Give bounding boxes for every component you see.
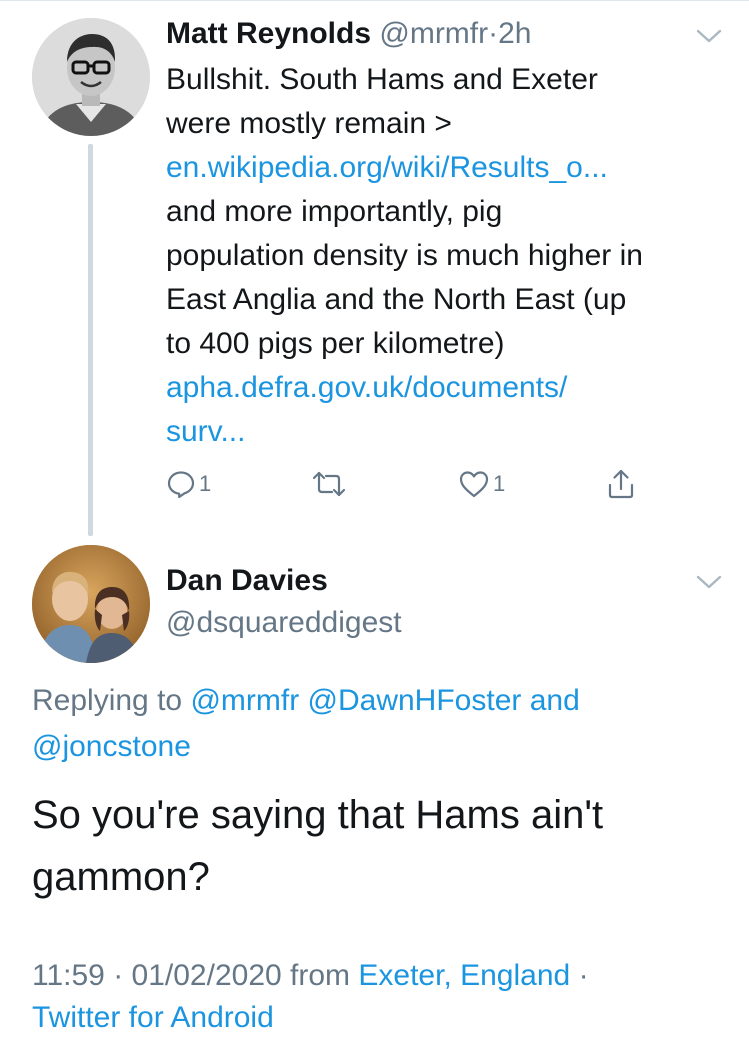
replying-line: Replying to @mrmfr @DawnHFoster and xyxy=(32,678,722,724)
retweet-icon xyxy=(312,471,346,497)
reply-icon xyxy=(167,471,195,499)
avatar-image xyxy=(32,18,150,136)
thread-connector-line xyxy=(88,144,93,536)
replying-prefix: Replying to xyxy=(32,684,183,717)
tweet2-author-handle[interactable]: @dsquareddigest xyxy=(166,604,402,642)
share-button[interactable] xyxy=(606,466,636,502)
mention-joncstone[interactable]: @joncstone xyxy=(32,730,191,763)
share-icon xyxy=(608,469,634,499)
tweet1-author-name[interactable]: Matt Reynolds xyxy=(166,17,371,50)
tweet2-date: 01/02/2020 xyxy=(131,959,282,992)
tweet1-link-wikipedia[interactable]: en.wikipedia.org/wiki/Results_o... xyxy=(166,146,736,190)
meta-separator: · xyxy=(578,959,589,992)
tweet1-text-line: East Anglia and the North East (up xyxy=(166,283,627,316)
mention-dawnhfoster[interactable]: @DawnHFoster xyxy=(308,684,522,717)
tweet2-location-link[interactable]: Exeter, England xyxy=(358,959,570,992)
tweet2-menu-button[interactable] xyxy=(696,574,722,590)
tweet2-text-line: So you're saying that Hams ain't xyxy=(32,793,604,837)
reply-button[interactable]: 1 xyxy=(166,466,211,502)
avatar-dan-davies[interactable] xyxy=(32,545,150,663)
avatar-image xyxy=(32,545,150,663)
tweet2-source-link[interactable]: Twitter for Android xyxy=(32,998,274,1038)
like-button[interactable]: 1 xyxy=(458,466,505,502)
reply-count: 1 xyxy=(199,471,212,496)
tweet1-text-line: and more importantly, pig xyxy=(166,195,503,228)
tweet1-link-apha[interactable]: apha.defra.gov.uk/documents/ xyxy=(166,366,736,410)
tweet1-text-line: to 400 pigs per kilometre) xyxy=(166,327,505,360)
tweet1-header: Matt Reynolds @mrmfr·2h xyxy=(166,16,532,52)
chevron-down-icon xyxy=(696,29,722,43)
tweet2-text: So you're saying that Hams ain't gammon? xyxy=(32,784,722,908)
top-divider xyxy=(0,0,749,1)
chevron-down-icon xyxy=(696,575,722,589)
mention-mrmfr[interactable]: @mrmfr xyxy=(190,684,299,717)
tweet1-menu-button[interactable] xyxy=(696,28,722,44)
tweet1-text-line: Bullshit. South Hams and Exeter xyxy=(166,63,598,96)
tweet1-text-line: were mostly remain > xyxy=(166,107,452,140)
tweet1-text: Bullshit. South Hams and Exeter were mos… xyxy=(166,58,736,454)
heart-icon xyxy=(459,471,489,498)
tweet2-time: 11:59 xyxy=(32,959,105,992)
tweet1-time[interactable]: 2h xyxy=(498,17,531,50)
tweet1-actions: 1 1 xyxy=(166,466,646,502)
meta-separator: · xyxy=(113,959,124,992)
from-label: from xyxy=(290,959,351,992)
tweet2-author-name[interactable]: Dan Davies xyxy=(166,562,328,600)
avatar-matt-reynolds[interactable] xyxy=(32,18,150,136)
retweet-button[interactable] xyxy=(312,466,346,502)
replying-line: @joncstone xyxy=(32,724,722,770)
tweet2-meta: 11:59 · 01/02/2020 from Exeter, England … xyxy=(32,956,589,996)
tweet1-separator: · xyxy=(488,17,499,50)
tweet1-text-line: population density is much higher in xyxy=(166,239,643,272)
tweet2-text-line: gammon? xyxy=(32,855,210,899)
replying-and[interactable]: and xyxy=(530,684,580,717)
tweet1-link-apha-cont[interactable]: surv... xyxy=(166,410,736,454)
tweet1-author-handle[interactable]: @mrmfr xyxy=(379,17,488,50)
like-count: 1 xyxy=(493,471,506,496)
replying-to: Replying to @mrmfr @DawnHFoster and @jon… xyxy=(32,678,722,770)
